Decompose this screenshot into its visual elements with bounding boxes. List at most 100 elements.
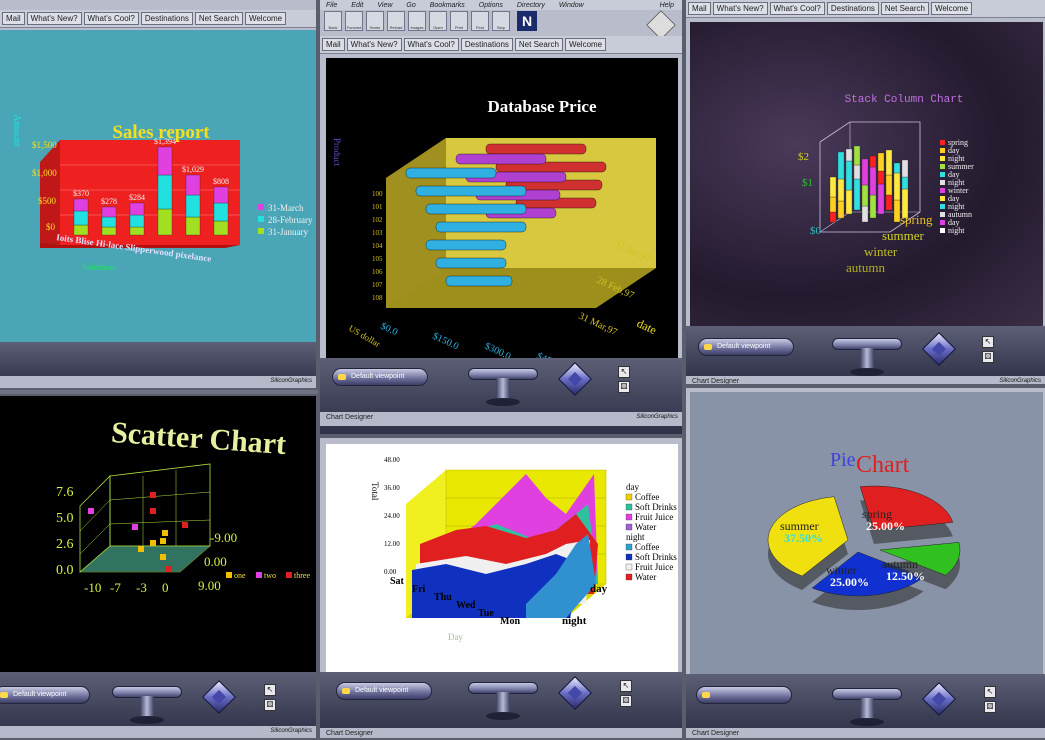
back-button[interactable]: Back [324,11,342,31]
pointer-mode-icons[interactable]: ↖ ⚄ [982,336,996,366]
season-label: summer [882,228,925,243]
area-chart: Total 0.00 12.00 24.00 36.00 48.00 Sat Fri Thu… [370,456,677,642]
menu-directory[interactable]: Directory [517,2,545,9]
reload-button[interactable]: Reload [387,11,405,31]
zoom-control[interactable] [832,332,902,378]
pointer-mode-icons[interactable]: ↖ ⚄ [618,366,632,396]
viewpoint-select[interactable]: Default viewpoint [0,686,90,704]
nav-net-search-button[interactable]: Net Search [514,38,563,51]
nav-bar: Mail What's New? What's Cool? Destinatio… [320,36,682,54]
nav-mail-button[interactable]: Mail [2,12,25,25]
zoom-control[interactable] [468,362,538,408]
stack-segment [845,148,853,162]
chart-canvas[interactable]: Database Price Product 100 101 102 103 104 10… [326,58,678,358]
images-button[interactable]: Images [408,11,426,31]
nav-welcome-button[interactable]: Welcome [564,38,607,51]
y-axis-label: Product [332,138,342,166]
bar-segment [213,202,229,222]
chart-canvas[interactable]: Total 0.00 12.00 24.00 36.00 48.00 Sat Fri Thu… [326,444,678,672]
rotate-control[interactable] [922,332,956,366]
open-button[interactable]: Open [429,11,447,31]
nav-destinations-button[interactable]: Destinations [826,2,879,15]
bar-value-label: $370 [73,189,89,198]
nav-destinations-button[interactable]: Destinations [460,38,513,51]
bar-segment [157,208,173,236]
legend-swatch-march [258,204,264,210]
menu-window[interactable]: Window [559,2,584,9]
nav-whats-new-button[interactable]: What's New? [26,12,82,25]
zoom-control[interactable] [832,682,902,728]
stack-segment [885,149,893,176]
stack-segment [885,174,893,196]
nav-whats-new-button[interactable]: What's New? [712,2,768,15]
legend-swatch [940,180,945,185]
nav-mail-button[interactable]: Mail [322,38,345,51]
pointer-mode-icons[interactable]: ↖ ⚄ [620,680,634,710]
sgi-logo: SiliconGraphics [636,414,678,420]
bar-value-label: $1,029 [182,165,204,174]
menu-view[interactable]: View [377,2,392,9]
stack-segment [837,178,845,202]
stack-segment [853,178,861,211]
window-stack-column[interactable]: Mail What's New? What's Cool? Destinatio… [684,0,1045,386]
nav-whats-cool-button[interactable]: What's Cool? [83,12,139,25]
window-database-price[interactable]: File Edit View Go Bookmarks Options Dire… [318,0,684,436]
menu-edit[interactable]: Edit [351,2,363,9]
rotate-control[interactable] [922,682,956,716]
nav-whats-cool-button[interactable]: What's Cool? [403,38,459,51]
legend-group-label: day [626,482,639,492]
find-button[interactable]: Find [471,11,489,31]
rotate-control[interactable] [202,680,236,714]
home-button[interactable]: Home [366,11,384,31]
zoom-control[interactable] [468,676,538,722]
stack-segment [861,158,869,186]
chart-canvas[interactable]: $370 $278 $284 $1,394 $1,029 $808 Sales repor… [0,30,316,342]
nav-net-search-button[interactable]: Net Search [194,12,243,25]
nav-whats-cool-button[interactable]: What's Cool? [769,2,825,15]
legend-label: two [264,571,276,580]
legend-swatch [940,196,945,201]
legend-swatch [940,164,945,169]
viewpoint-select[interactable] [696,686,792,704]
viewpoint-select[interactable]: Default viewpoint [336,682,432,700]
y-tick-label: 103 [372,229,383,237]
menu-bookmarks[interactable]: Bookmarks [430,2,465,9]
zoom-control[interactable] [112,680,182,726]
chart-canvas[interactable]: Stack Column Chart $2 $1 $0 spring summer… [690,22,1043,326]
rotate-control[interactable] [558,676,592,710]
nav-whats-new-button[interactable]: What's New? [346,38,402,51]
nav-net-search-button[interactable]: Net Search [880,2,929,15]
bar-segment [129,202,145,216]
rotate-control[interactable] [558,362,592,396]
chart-canvas[interactable]: Scatter Chart 0.0 2.6 5.0 7.6 -10 -7 -3 0 -9.0… [0,396,316,672]
stop-button[interactable]: Stop [492,11,510,31]
window-sales-report[interactable]: Mail What's New? What's Cool? Destinatio… [0,0,318,390]
scatter-point [150,540,156,546]
window-scatter-chart[interactable]: Scatter Chart 0.0 2.6 5.0 7.6 -10 -7 -3 0 -9.0… [0,394,318,740]
nav-mail-button[interactable]: Mail [688,2,711,15]
bar-segment [73,224,89,236]
nav-welcome-button[interactable]: Welcome [244,12,287,25]
chart-title: Database Price [487,97,597,116]
chart-canvas[interactable]: Pie Chart spring 25.00% summer 37.50% winter… [690,392,1043,674]
stack-segment [829,176,837,198]
x-tick-label: $150.0 [431,331,461,353]
pointer-mode-icons[interactable]: ↖ ⚄ [984,686,998,716]
nav-destinations-button[interactable]: Destinations [140,12,193,25]
menu-go[interactable]: Go [406,2,415,9]
y-tick-label: 105 [372,255,383,263]
menu-file[interactable]: File [326,2,337,9]
menu-help[interactable]: Help [660,2,674,9]
print-button[interactable]: Print [450,11,468,31]
stack-segment [893,162,901,174]
viewpoint-select[interactable]: Default viewpoint [332,368,428,386]
slice-value-label: 37.50% [784,531,823,545]
menu-options[interactable]: Options [479,2,503,9]
viewpoint-select[interactable]: Default viewpoint [698,338,794,356]
forward-button[interactable]: Forward [345,11,363,31]
y-tick-label: $0 [810,225,822,237]
window-area-chart[interactable]: Total 0.00 12.00 24.00 36.00 48.00 Sat Fri Thu… [318,436,684,740]
pointer-mode-icons[interactable]: ↖ ⚄ [264,684,278,714]
window-pie-chart[interactable]: Pie Chart spring 25.00% summer 37.50% winter… [684,386,1045,740]
nav-welcome-button[interactable]: Welcome [930,2,973,15]
